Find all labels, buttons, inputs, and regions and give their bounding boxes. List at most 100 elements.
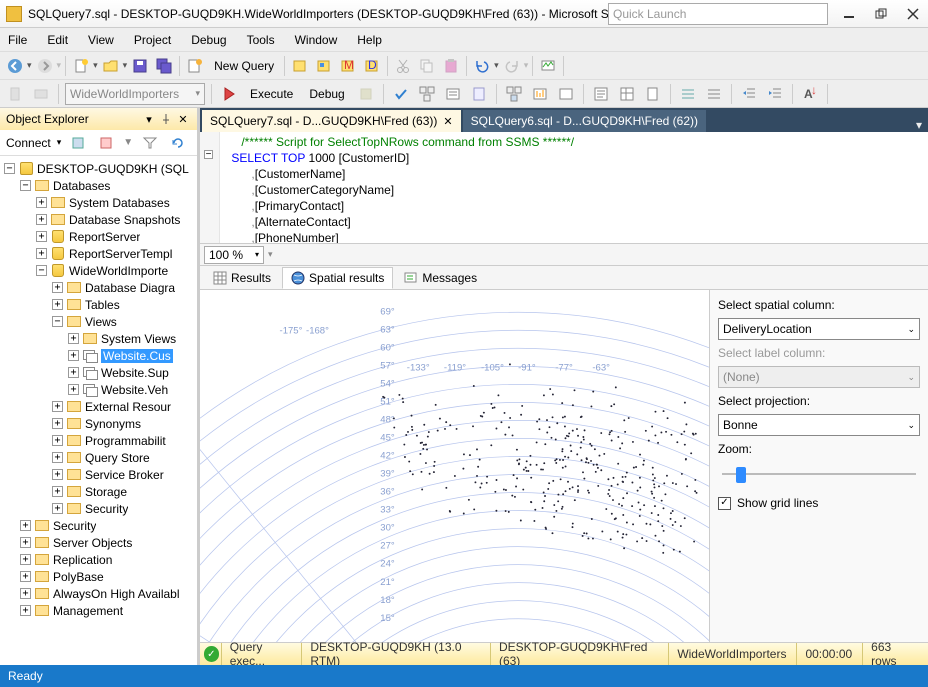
- db-engine-query-icon[interactable]: [289, 55, 311, 77]
- expand-icon[interactable]: +: [20, 520, 31, 531]
- spatial-column-select[interactable]: DeliveryLocation⌄: [718, 318, 920, 340]
- redo-button[interactable]: [501, 55, 523, 77]
- parse-button[interactable]: [390, 83, 412, 105]
- tree-node[interactable]: System Views: [101, 332, 176, 346]
- specify-template-icon[interactable]: A↓: [799, 83, 821, 105]
- close-button[interactable]: [902, 5, 924, 23]
- results-file-icon[interactable]: [642, 83, 664, 105]
- tree-node[interactable]: PolyBase: [53, 570, 104, 584]
- activity-monitor-icon[interactable]: [537, 55, 559, 77]
- nav-back-button[interactable]: [4, 55, 26, 77]
- zoom-slider[interactable]: [718, 464, 920, 484]
- new-query-button[interactable]: New Query: [208, 55, 280, 77]
- tree-node[interactable]: Website.Sup: [101, 366, 169, 380]
- chevron-down-icon[interactable]: ▾: [494, 60, 499, 71]
- object-explorer-tree[interactable]: −DESKTOP-GUQD9KH (SQL −Databases +System…: [0, 156, 197, 665]
- tree-node[interactable]: Database Snapshots: [69, 213, 180, 227]
- nav-forward-button[interactable]: [34, 55, 56, 77]
- expand-icon[interactable]: +: [52, 299, 63, 310]
- expand-icon[interactable]: +: [20, 554, 31, 565]
- mdx-query-icon[interactable]: M: [337, 55, 359, 77]
- uncomment-icon[interactable]: [703, 83, 725, 105]
- tree-node[interactable]: Security: [53, 519, 96, 533]
- query-options-icon[interactable]: [442, 83, 464, 105]
- slider-thumb[interactable]: [736, 467, 746, 483]
- tab-sqlquery7[interactable]: SQLQuery7.sql - D...GUQD9KH\Fred (63))✕: [202, 110, 461, 132]
- pin-icon[interactable]: [158, 111, 174, 127]
- debug-button[interactable]: Debug: [303, 83, 350, 105]
- chevron-down-icon[interactable]: ▾: [57, 137, 62, 148]
- client-stats-icon[interactable]: [555, 83, 577, 105]
- execute-button[interactable]: Execute: [244, 83, 299, 105]
- tree-node[interactable]: Website.Veh: [101, 383, 168, 397]
- tree-node[interactable]: AlwaysOn High Availabl: [53, 587, 180, 601]
- actual-plan-icon[interactable]: [503, 83, 525, 105]
- tree-node[interactable]: External Resour: [85, 400, 171, 414]
- expand-icon[interactable]: +: [52, 282, 63, 293]
- as-query-icon[interactable]: [313, 55, 335, 77]
- spatial-map[interactable]: 69°63°60°57°54°51°48°45°42°39°36°33°30°2…: [200, 290, 710, 642]
- copy-button[interactable]: [416, 55, 438, 77]
- open-button[interactable]: [100, 55, 122, 77]
- tree-node-server[interactable]: DESKTOP-GUQD9KH (SQL: [37, 162, 189, 176]
- tree-node[interactable]: ReportServerTempl: [69, 247, 172, 261]
- expand-icon[interactable]: +: [20, 605, 31, 616]
- menu-help[interactable]: Help: [357, 33, 382, 47]
- expand-icon[interactable]: +: [68, 384, 79, 395]
- menu-project[interactable]: Project: [134, 33, 171, 47]
- expand-icon[interactable]: +: [52, 452, 63, 463]
- disconnect-icon[interactable]: [67, 132, 89, 154]
- chevron-down-icon[interactable]: ▾: [27, 60, 32, 71]
- panel-menu-button[interactable]: ▾: [141, 111, 157, 127]
- quick-launch-input[interactable]: Quick Launch: [608, 3, 828, 25]
- expand-icon[interactable]: +: [20, 537, 31, 548]
- database-selector[interactable]: WideWorldImporters▾: [65, 83, 205, 105]
- outline-collapse-icon[interactable]: −: [204, 150, 213, 159]
- cut-button[interactable]: [392, 55, 414, 77]
- sql-editor[interactable]: − /****** Script for SelectTopNRows comm…: [200, 132, 928, 244]
- expand-icon[interactable]: +: [52, 486, 63, 497]
- expand-icon[interactable]: +: [36, 231, 47, 242]
- tree-node[interactable]: Replication: [53, 553, 112, 567]
- collapse-icon[interactable]: −: [52, 316, 63, 327]
- close-icon[interactable]: ✕: [443, 115, 452, 128]
- chevron-down-icon[interactable]: ▾: [93, 60, 98, 71]
- minimize-button[interactable]: [838, 5, 860, 23]
- tree-node[interactable]: Programmabilit: [85, 434, 166, 448]
- outdent-icon[interactable]: [738, 83, 760, 105]
- comment-icon[interactable]: [677, 83, 699, 105]
- save-all-button[interactable]: [153, 55, 175, 77]
- execute-icon[interactable]: [218, 83, 240, 105]
- tree-node[interactable]: Database Diagra: [85, 281, 175, 295]
- expand-icon[interactable]: +: [52, 418, 63, 429]
- tree-node[interactable]: Synonyms: [85, 417, 141, 431]
- results-text-icon[interactable]: [590, 83, 612, 105]
- save-button[interactable]: [129, 55, 151, 77]
- tab-overflow-button[interactable]: ▾: [910, 118, 928, 132]
- filter-icon[interactable]: [139, 132, 161, 154]
- expand-icon[interactable]: +: [36, 197, 47, 208]
- expand-icon[interactable]: +: [68, 367, 79, 378]
- expand-icon[interactable]: +: [68, 333, 79, 344]
- zoom-selector[interactable]: 100 %▾: [204, 246, 264, 264]
- tree-node[interactable]: System Databases: [69, 196, 170, 210]
- tree-node[interactable]: ReportServer: [69, 230, 140, 244]
- new-item-button[interactable]: [70, 55, 92, 77]
- expand-icon[interactable]: +: [36, 214, 47, 225]
- collapse-icon[interactable]: −: [4, 163, 15, 174]
- tree-node[interactable]: Tables: [85, 298, 120, 312]
- grid-lines-checkbox[interactable]: ✓ Show grid lines: [718, 496, 920, 510]
- tab-results[interactable]: Results: [204, 267, 280, 289]
- tree-node[interactable]: Storage: [85, 485, 127, 499]
- paste-button[interactable]: [440, 55, 462, 77]
- new-query-icon[interactable]: [184, 55, 206, 77]
- expand-icon[interactable]: +: [68, 350, 79, 361]
- undo-button[interactable]: [471, 55, 493, 77]
- indent-icon[interactable]: [764, 83, 786, 105]
- close-icon[interactable]: ✕: [175, 111, 191, 127]
- tree-node[interactable]: Management: [53, 604, 123, 618]
- tab-messages[interactable]: Messages: [395, 267, 486, 289]
- expand-icon[interactable]: +: [20, 588, 31, 599]
- results-grid-icon[interactable]: [616, 83, 638, 105]
- tree-node[interactable]: Service Broker: [85, 468, 164, 482]
